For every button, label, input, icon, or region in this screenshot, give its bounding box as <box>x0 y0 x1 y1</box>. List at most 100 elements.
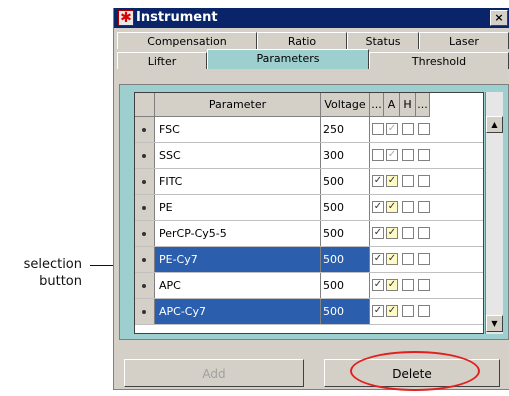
voltage-cell[interactable]: 300 <box>321 143 370 168</box>
selection-dot-icon <box>142 206 146 210</box>
table-row[interactable]: SSC 300 ✓ <box>135 143 483 169</box>
selection-button[interactable] <box>135 299 155 324</box>
extra-checkbox[interactable] <box>418 201 430 213</box>
scroll-up-icon[interactable]: ▲ <box>486 116 503 133</box>
selection-dot-icon <box>142 154 146 158</box>
window-title: Instrument <box>136 10 218 25</box>
header-parameter[interactable]: Parameter <box>155 93 321 117</box>
area-checkbox-dots[interactable] <box>372 123 384 135</box>
callout-label: selection <box>14 256 82 273</box>
tab-status[interactable]: Status <box>347 32 419 49</box>
button-bar: Add Delete <box>114 341 509 391</box>
header-col-dots[interactable]: ... <box>370 93 384 117</box>
voltage-cell[interactable]: 500 <box>321 169 370 194</box>
header-voltage[interactable]: Voltage <box>321 93 370 117</box>
area-checkbox-dots[interactable] <box>372 149 384 161</box>
a-checkbox[interactable]: ✓ <box>386 123 398 135</box>
extra-checkbox[interactable] <box>418 279 430 291</box>
a-checkbox[interactable]: ✓ <box>386 253 398 265</box>
a-checkbox[interactable]: ✓ <box>386 175 398 187</box>
area-checkbox-dots[interactable]: ✓ <box>372 305 384 317</box>
add-button[interactable]: Add <box>124 359 304 387</box>
selection-dot-icon <box>142 310 146 314</box>
delete-highlight-ellipse <box>350 351 480 391</box>
a-checkbox[interactable]: ✓ <box>386 149 398 161</box>
header-col-a[interactable]: A <box>384 93 400 117</box>
header-selector <box>135 93 155 117</box>
selection-dot-icon <box>142 258 146 262</box>
selection-button[interactable] <box>135 273 155 298</box>
callout-line1: selection <box>23 257 82 272</box>
selection-button[interactable] <box>135 143 155 168</box>
voltage-cell[interactable]: 500 <box>321 299 370 324</box>
table-row[interactable]: APC-Cy7 500 ✓ ✓ <box>135 299 483 325</box>
tab-threshold[interactable]: Threshold <box>369 52 509 69</box>
parameter-cell[interactable]: PE-Cy7 <box>155 247 321 272</box>
table-row[interactable]: FSC 250 ✓ <box>135 117 483 143</box>
tab-compensation[interactable]: Compensation <box>117 32 257 49</box>
selection-button[interactable] <box>135 221 155 246</box>
extra-checkbox[interactable] <box>418 227 430 239</box>
extra-checkbox[interactable] <box>418 305 430 317</box>
parameter-cell[interactable]: SSC <box>155 143 321 168</box>
selection-dot-icon <box>142 284 146 288</box>
h-checkbox[interactable] <box>402 227 414 239</box>
selection-dot-icon <box>142 128 146 132</box>
table-row[interactable]: PE-Cy7 500 ✓ ✓ <box>135 247 483 273</box>
callout-line2: button <box>39 274 82 289</box>
header-col-dots-2[interactable]: ... <box>416 93 430 117</box>
tab-ratio[interactable]: Ratio <box>257 32 347 49</box>
h-checkbox[interactable] <box>402 253 414 265</box>
title-bar[interactable]: ✱ Instrument × <box>114 8 509 28</box>
extra-checkbox[interactable] <box>418 149 430 161</box>
instrument-window: ✱ Instrument × Compensation Ratio Status… <box>113 8 509 391</box>
extra-checkbox[interactable] <box>418 253 430 265</box>
area-checkbox-dots[interactable]: ✓ <box>372 279 384 291</box>
a-checkbox[interactable]: ✓ <box>386 279 398 291</box>
a-checkbox[interactable]: ✓ <box>386 305 398 317</box>
scroll-down-icon[interactable]: ▼ <box>486 315 503 332</box>
extra-checkbox[interactable] <box>418 123 430 135</box>
table-row[interactable]: PerCP-Cy5-5 500 ✓ ✓ <box>135 221 483 247</box>
h-checkbox[interactable] <box>402 149 414 161</box>
tab-laser[interactable]: Laser <box>419 32 509 49</box>
h-checkbox[interactable] <box>402 305 414 317</box>
voltage-cell[interactable]: 500 <box>321 195 370 220</box>
h-checkbox[interactable] <box>402 175 414 187</box>
tab-parameters[interactable]: Parameters <box>207 49 369 69</box>
selection-button[interactable] <box>135 247 155 272</box>
parameter-cell[interactable]: PE <box>155 195 321 220</box>
a-checkbox[interactable]: ✓ <box>386 227 398 239</box>
selection-button[interactable] <box>135 195 155 220</box>
parameter-cell[interactable]: FSC <box>155 117 321 142</box>
vertical-scrollbar[interactable]: ▲ ▼ <box>485 92 503 334</box>
selection-dot-icon <box>142 232 146 236</box>
table-row[interactable]: APC 500 ✓ ✓ <box>135 273 483 299</box>
selection-button[interactable] <box>135 169 155 194</box>
voltage-cell[interactable]: 500 <box>321 221 370 246</box>
table-row[interactable]: PE 500 ✓ ✓ <box>135 195 483 221</box>
area-checkbox-dots[interactable]: ✓ <box>372 253 384 265</box>
area-checkbox-dots[interactable]: ✓ <box>372 175 384 187</box>
h-checkbox[interactable] <box>402 279 414 291</box>
area-checkbox-dots[interactable]: ✓ <box>372 227 384 239</box>
selection-button[interactable] <box>135 117 155 142</box>
parameter-cell[interactable]: APC <box>155 273 321 298</box>
tab-lifter[interactable]: Lifter <box>117 52 207 69</box>
table-row[interactable]: FITC 500 ✓ ✓ <box>135 169 483 195</box>
header-col-h[interactable]: H <box>400 93 416 117</box>
parameter-cell[interactable]: APC-Cy7 <box>155 299 321 324</box>
close-button[interactable]: × <box>490 10 508 26</box>
voltage-cell[interactable]: 250 <box>321 117 370 142</box>
a-checkbox[interactable]: ✓ <box>386 201 398 213</box>
area-checkbox-dots[interactable]: ✓ <box>372 201 384 213</box>
app-asterisk-icon: ✱ <box>118 10 134 26</box>
extra-checkbox[interactable] <box>418 175 430 187</box>
voltage-cell[interactable]: 500 <box>321 273 370 298</box>
parameter-cell[interactable]: FITC <box>155 169 321 194</box>
h-checkbox[interactable] <box>402 201 414 213</box>
voltage-cell[interactable]: 500 <box>321 247 370 272</box>
h-checkbox[interactable] <box>402 123 414 135</box>
selection-dot-icon <box>142 180 146 184</box>
parameter-cell[interactable]: PerCP-Cy5-5 <box>155 221 321 246</box>
